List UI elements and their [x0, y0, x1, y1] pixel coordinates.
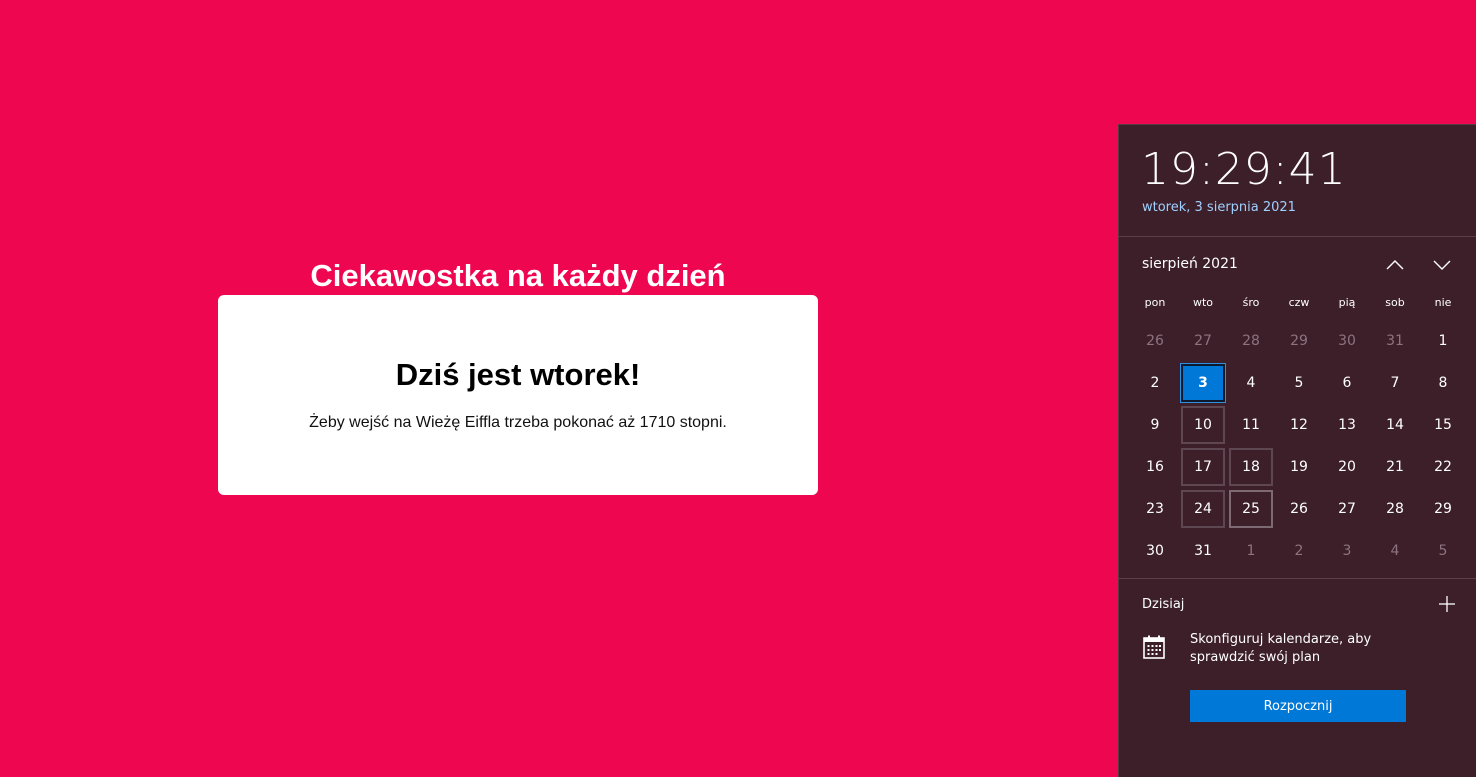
calendar-day[interactable]: 15 — [1421, 406, 1465, 444]
calendar-day[interactable]: 24 — [1181, 490, 1225, 528]
weekday: pią — [1338, 296, 1356, 309]
configure-calendars-text: Skonfiguruj kalendarze, aby sprawdzić sw… — [1190, 632, 1372, 665]
calendar-day[interactable]: 28 — [1373, 490, 1417, 528]
calendar-day[interactable]: 31 — [1181, 532, 1225, 570]
calendar-day[interactable]: 27 — [1181, 322, 1225, 360]
calendar-day[interactable]: 13 — [1325, 406, 1369, 444]
calendar-day[interactable]: 30 — [1325, 322, 1369, 360]
calendar-day[interactable]: 29 — [1277, 322, 1321, 360]
weekday-header: pon wto śro czw pią sob nie — [1131, 296, 1467, 309]
calendar-day[interactable]: 8 — [1421, 364, 1465, 402]
add-event-button[interactable] — [1437, 594, 1457, 614]
calendar-day[interactable]: 28 — [1229, 322, 1273, 360]
calendar-day[interactable]: 22 — [1421, 448, 1465, 486]
calendar-day[interactable]: 10 — [1181, 406, 1225, 444]
calendar-day[interactable]: 30 — [1133, 532, 1177, 570]
calendar-day[interactable]: 27 — [1325, 490, 1369, 528]
calendar-day[interactable]: 23 — [1133, 490, 1177, 528]
calendar-day-today[interactable]: 3 — [1180, 363, 1226, 403]
calendar-day[interactable]: 16 — [1133, 448, 1177, 486]
divider — [1119, 236, 1476, 237]
calendar-day[interactable]: 21 — [1373, 448, 1417, 486]
calendar-day[interactable]: 6 — [1325, 364, 1369, 402]
weekday: śro — [1242, 296, 1260, 309]
chevron-up-icon — [1386, 260, 1404, 270]
weekday: pon — [1144, 296, 1166, 309]
calendar-day[interactable]: 26 — [1133, 322, 1177, 360]
clock-time: 19:29:41 — [1141, 144, 1347, 195]
calendar-day[interactable]: 2 — [1277, 532, 1321, 570]
calendar-day[interactable]: 14 — [1373, 406, 1417, 444]
divider — [1119, 578, 1476, 579]
calendar-day[interactable]: 9 — [1133, 406, 1177, 444]
calendar-day[interactable]: 4 — [1373, 532, 1417, 570]
weekday: sob — [1385, 296, 1405, 309]
calendar-day[interactable]: 29 — [1421, 490, 1465, 528]
calendar-day[interactable]: 20 — [1325, 448, 1369, 486]
calendar-day[interactable]: 5 — [1421, 532, 1465, 570]
card-text: Żeby wejść na Wieżę Eiffla trzeba pokona… — [309, 414, 727, 431]
weekday: nie — [1434, 296, 1452, 309]
next-month-button[interactable] — [1428, 251, 1456, 279]
agenda-today-label: Dzisiaj — [1142, 597, 1185, 612]
calendar-day[interactable]: 2 — [1133, 364, 1177, 402]
plus-icon — [1439, 596, 1455, 612]
calendar-day[interactable]: 18 — [1229, 448, 1273, 486]
weekday: czw — [1288, 296, 1310, 309]
calendar-day[interactable]: 1 — [1421, 322, 1465, 360]
calendar-day[interactable]: 7 — [1373, 364, 1417, 402]
page-title: Ciekawostka na każdy dzień — [310, 258, 726, 293]
calendar-day[interactable]: 26 — [1277, 490, 1321, 528]
calendar-flyout: 19:29:41 wtorek, 3 sierpnia 2021 sierpie… — [1118, 124, 1476, 777]
calendar-day[interactable]: 1 — [1229, 532, 1273, 570]
calendar-day[interactable]: 19 — [1277, 448, 1321, 486]
calendar-day[interactable]: 12 — [1277, 406, 1321, 444]
date-link[interactable]: wtorek, 3 sierpnia 2021 — [1142, 200, 1296, 215]
calendar-day[interactable]: 3 — [1325, 532, 1369, 570]
fact-card: Dziś jest wtorek! Żeby wejść na Wieżę Ei… — [218, 295, 818, 495]
calendar-day[interactable]: 5 — [1277, 364, 1321, 402]
weekday: wto — [1192, 296, 1214, 309]
chevron-down-icon — [1433, 260, 1451, 270]
calendar-day[interactable]: 11 — [1229, 406, 1273, 444]
calendar-days-grid: 26 27 28 29 30 31 1 2 3 4 5 6 7 8 9 10 11 12 13 14 15 16 17 18 1… — [1131, 320, 1467, 572]
start-button[interactable]: Rozpocznij — [1190, 690, 1406, 722]
calendar-day[interactable]: 4 — [1229, 364, 1273, 402]
calendar-day[interactable]: 25 — [1229, 490, 1273, 528]
calendar-icon — [1143, 635, 1165, 659]
calendar-day[interactable]: 31 — [1373, 322, 1417, 360]
card-heading: Dziś jest wtorek! — [395, 357, 641, 392]
calendar-day[interactable]: 17 — [1181, 448, 1225, 486]
previous-month-button[interactable] — [1381, 251, 1409, 279]
month-label[interactable]: sierpień 2021 — [1142, 256, 1238, 272]
